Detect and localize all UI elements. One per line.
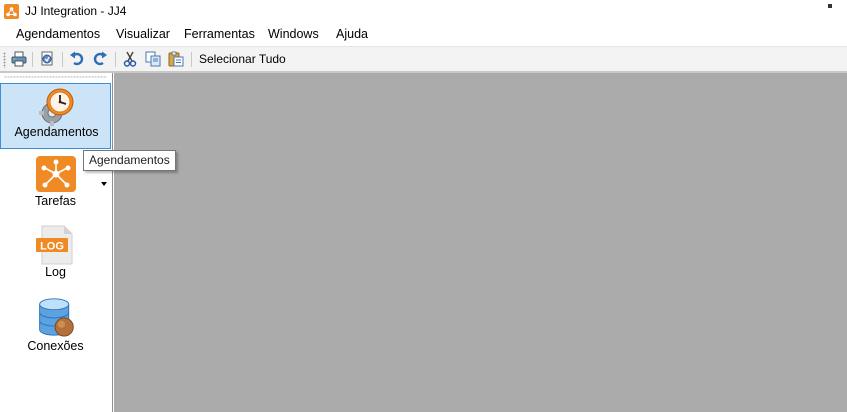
log-file-icon: LOG [36,225,73,265]
sidebar-item-label: Agendamentos [14,125,99,139]
tooltip: Agendamentos [83,150,176,171]
toolbar-separator [191,52,192,67]
sidebar-item-label: Log [45,265,66,279]
copy-icon[interactable] [145,51,161,67]
undo-icon[interactable] [69,51,85,67]
window-title: JJ Integration - JJ4 [25,4,127,18]
menu-agendamentos[interactable]: Agendamentos [16,27,100,42]
toolbar-separator [115,52,116,67]
jj-logo-icon [4,4,19,19]
menu-windows[interactable]: Windows [268,27,319,42]
network-icon [36,156,76,192]
svg-text:LOG: LOG [40,241,64,253]
sidebar-item-label: Tarefas [35,194,76,208]
sidebar-item-agendamentos[interactable]: Agendamentos [0,83,111,149]
database-icon [39,298,74,337]
chevron-down-icon[interactable] [101,182,107,186]
menu-ferramentas[interactable]: Ferramentas [184,27,255,42]
mdi-workspace[interactable] [114,73,847,412]
menu-bar: Agendamentos Visualizar Ferramentas Wind… [0,23,847,46]
cut-icon[interactable] [122,51,138,67]
menu-visualizar[interactable]: Visualizar [116,27,170,42]
toolbar-separator [62,52,63,67]
paste-icon[interactable] [168,51,184,67]
sidebar-item-log[interactable]: LOG Log [0,223,111,289]
navigation-sidebar: Agendamentos Tarefas LOG Log Conexões [0,73,113,412]
redo-icon[interactable] [92,51,108,67]
sidebar-item-conexoes[interactable]: Conexões [0,295,111,361]
toolbar-separator [32,52,33,67]
toolbar: Selecionar Tudo [0,46,847,71]
sidebar-item-label: Conexões [27,339,84,353]
window-control-dot[interactable] [828,4,832,8]
menu-ajuda[interactable]: Ajuda [336,27,368,42]
toolbar-grip[interactable] [3,52,6,68]
title-bar[interactable]: JJ Integration - JJ4 [0,0,847,23]
print-icon[interactable] [11,51,27,67]
select-all-button[interactable]: Selecionar Tudo [199,52,286,67]
sidebar-grip[interactable] [4,76,107,78]
print-preview-icon[interactable] [39,51,55,67]
clock-gear-icon [39,88,74,126]
